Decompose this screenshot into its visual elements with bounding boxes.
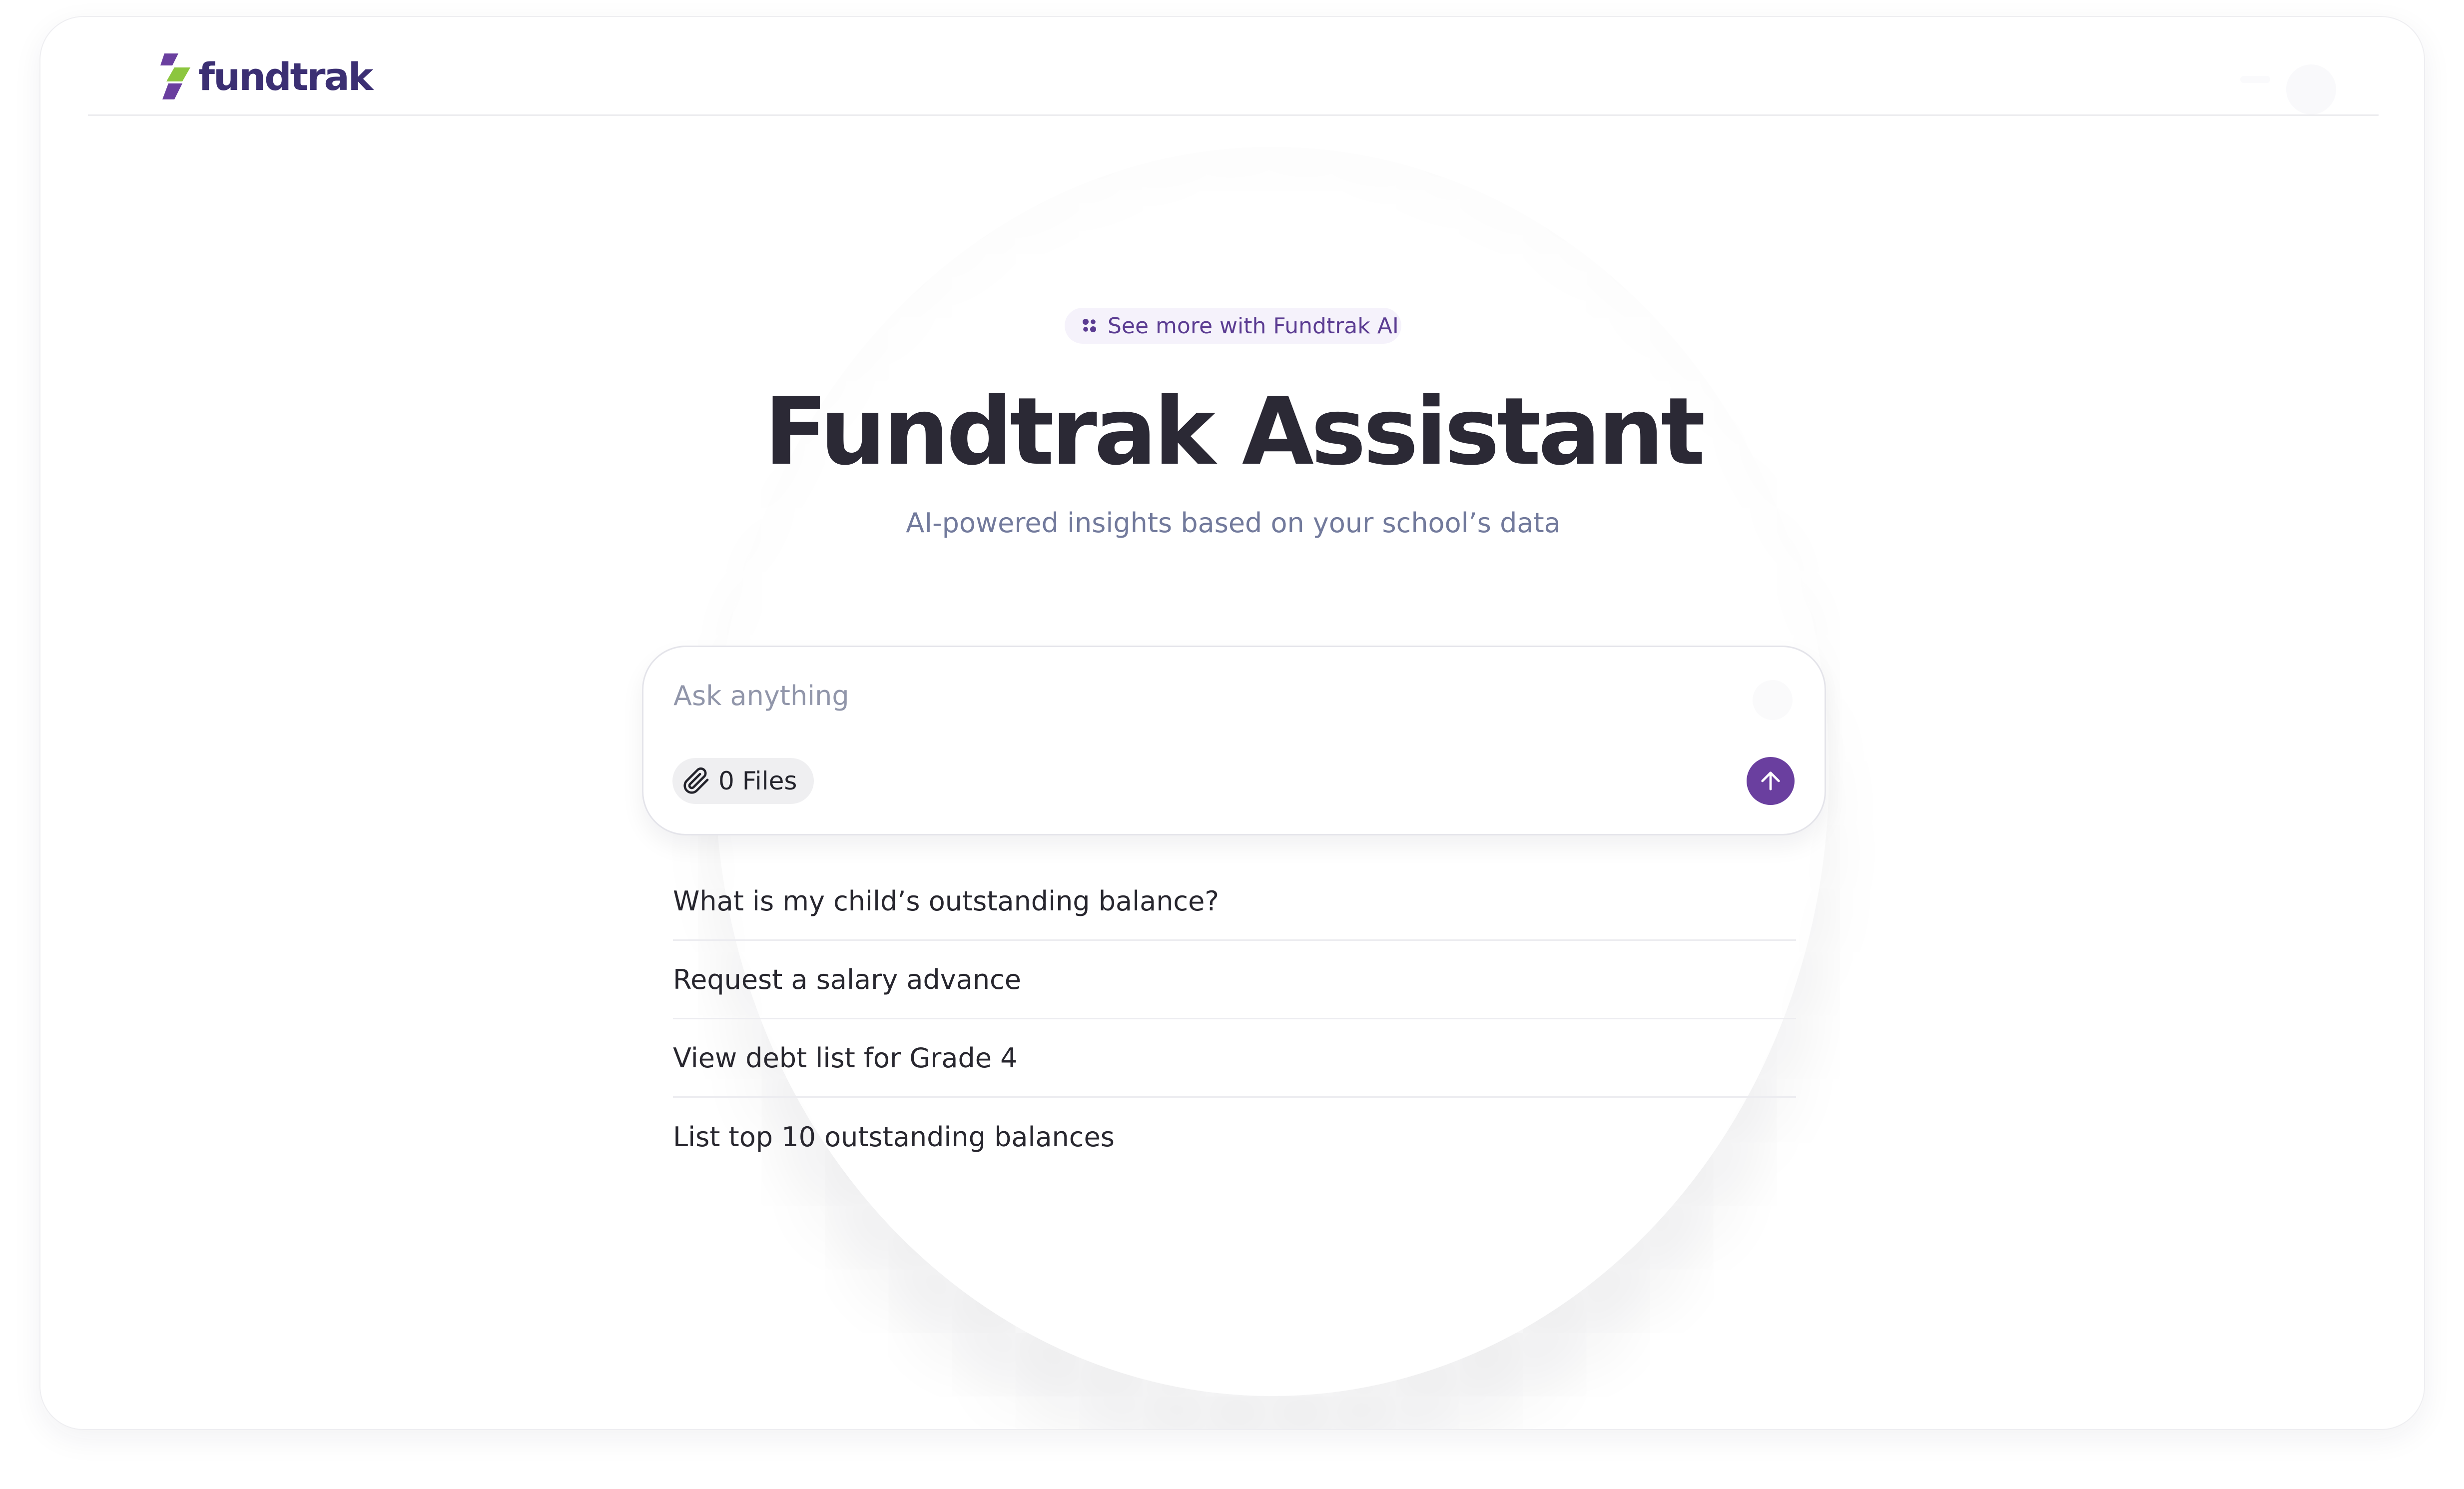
suggestion-item[interactable]: What is my child’s outstanding balance? — [673, 862, 1796, 941]
send-button[interactable] — [1747, 757, 1795, 805]
files-count: 0 Files — [718, 766, 797, 795]
page-subtitle: AI-powered insights based on your school… — [906, 507, 1561, 539]
badge-label: See more with Fundtrak AI — [1108, 313, 1399, 339]
suggestion-list: What is my child’s outstanding balance? … — [673, 862, 1796, 1176]
paperclip-icon — [683, 767, 709, 794]
fundtrak-logo[interactable]: fundtrak — [160, 49, 373, 104]
avatar[interactable] — [2286, 64, 2336, 114]
fundtrak-logo-icon — [160, 53, 190, 99]
top-bar: fundtrak — [88, 17, 2379, 116]
suggestion-item[interactable]: List top 10 outstanding balances — [673, 1098, 1796, 1176]
chat-composer: 0 Files — [642, 646, 1826, 835]
sparkle-dots-icon — [1083, 319, 1096, 332]
user-name-placeholder — [2240, 76, 2270, 83]
app-window: fundtrak See more with Fundtrak AI Fundt… — [39, 16, 2425, 1430]
arrow-up-icon — [1761, 771, 1780, 790]
voice-button[interactable] — [1753, 680, 1793, 720]
page-title: Fundtrak Assistant — [764, 377, 1706, 486]
ask-input[interactable] — [672, 673, 1712, 718]
suggestion-item[interactable]: Request a salary advance — [673, 941, 1796, 1019]
logo-text: fundtrak — [198, 54, 373, 99]
ai-badge[interactable]: See more with Fundtrak AI — [1065, 308, 1401, 344]
attach-files-button[interactable]: 0 Files — [672, 758, 814, 804]
suggestion-item[interactable]: View debt list for Grade 4 — [673, 1019, 1796, 1098]
